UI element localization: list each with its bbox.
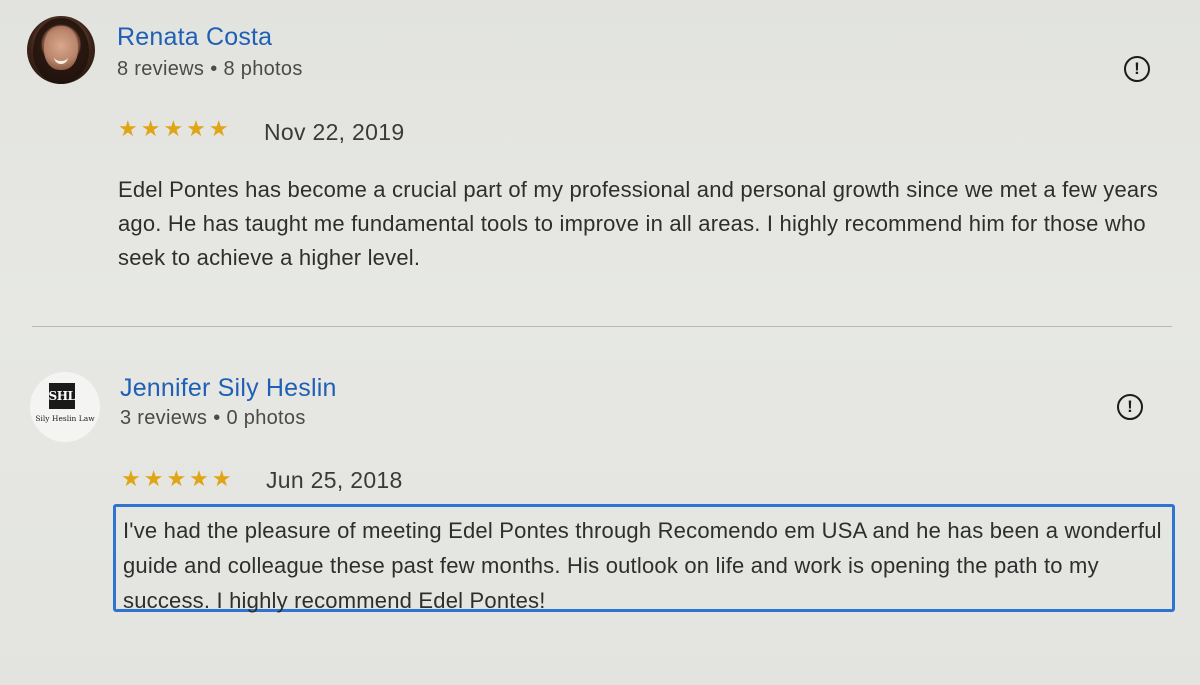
review-date: Jun 25, 2018 xyxy=(266,467,403,493)
meta-separator: • xyxy=(213,407,221,429)
review-card: SHL Sily Heslin Law Jennifer Sily Heslin… xyxy=(0,332,1200,685)
flag-review-icon[interactable]: ! xyxy=(1124,56,1150,82)
logo-caption: Sily Heslin Law xyxy=(35,414,95,423)
photos-count: 8 photos xyxy=(223,58,303,80)
reviewer-stats: 3 reviews • 0 photos xyxy=(120,407,306,430)
review-date: Nov 22, 2019 xyxy=(264,119,405,145)
reviews-count: 3 reviews xyxy=(120,407,208,429)
reviewer-avatar[interactable]: SHL Sily Heslin Law xyxy=(30,372,100,442)
review-divider xyxy=(32,326,1172,327)
review-text-highlighted: I've had the pleasure of meeting Edel Po… xyxy=(113,504,1175,613)
flag-review-icon[interactable]: ! xyxy=(1117,394,1143,420)
review-card: Renata Costa 8 reviews • 8 photos ! ★★★★★ … xyxy=(0,0,1200,325)
star-rating: ★★★★★ xyxy=(121,466,235,491)
photos-count: 0 photos xyxy=(226,407,306,429)
reviews-count: 8 reviews xyxy=(117,58,205,80)
meta-separator: • xyxy=(210,58,218,80)
reviewer-avatar[interactable] xyxy=(27,16,95,84)
reviewer-stats: 8 reviews • 8 photos xyxy=(117,58,303,81)
reviewer-name[interactable]: Jennifer Sily Heslin xyxy=(120,374,337,403)
review-text: Edel Pontes has become a crucial part of… xyxy=(118,177,1159,270)
star-rating: ★★★★★ xyxy=(118,116,232,141)
reviewer-name[interactable]: Renata Costa xyxy=(117,23,272,52)
law-firm-logo: SHL xyxy=(49,383,76,409)
